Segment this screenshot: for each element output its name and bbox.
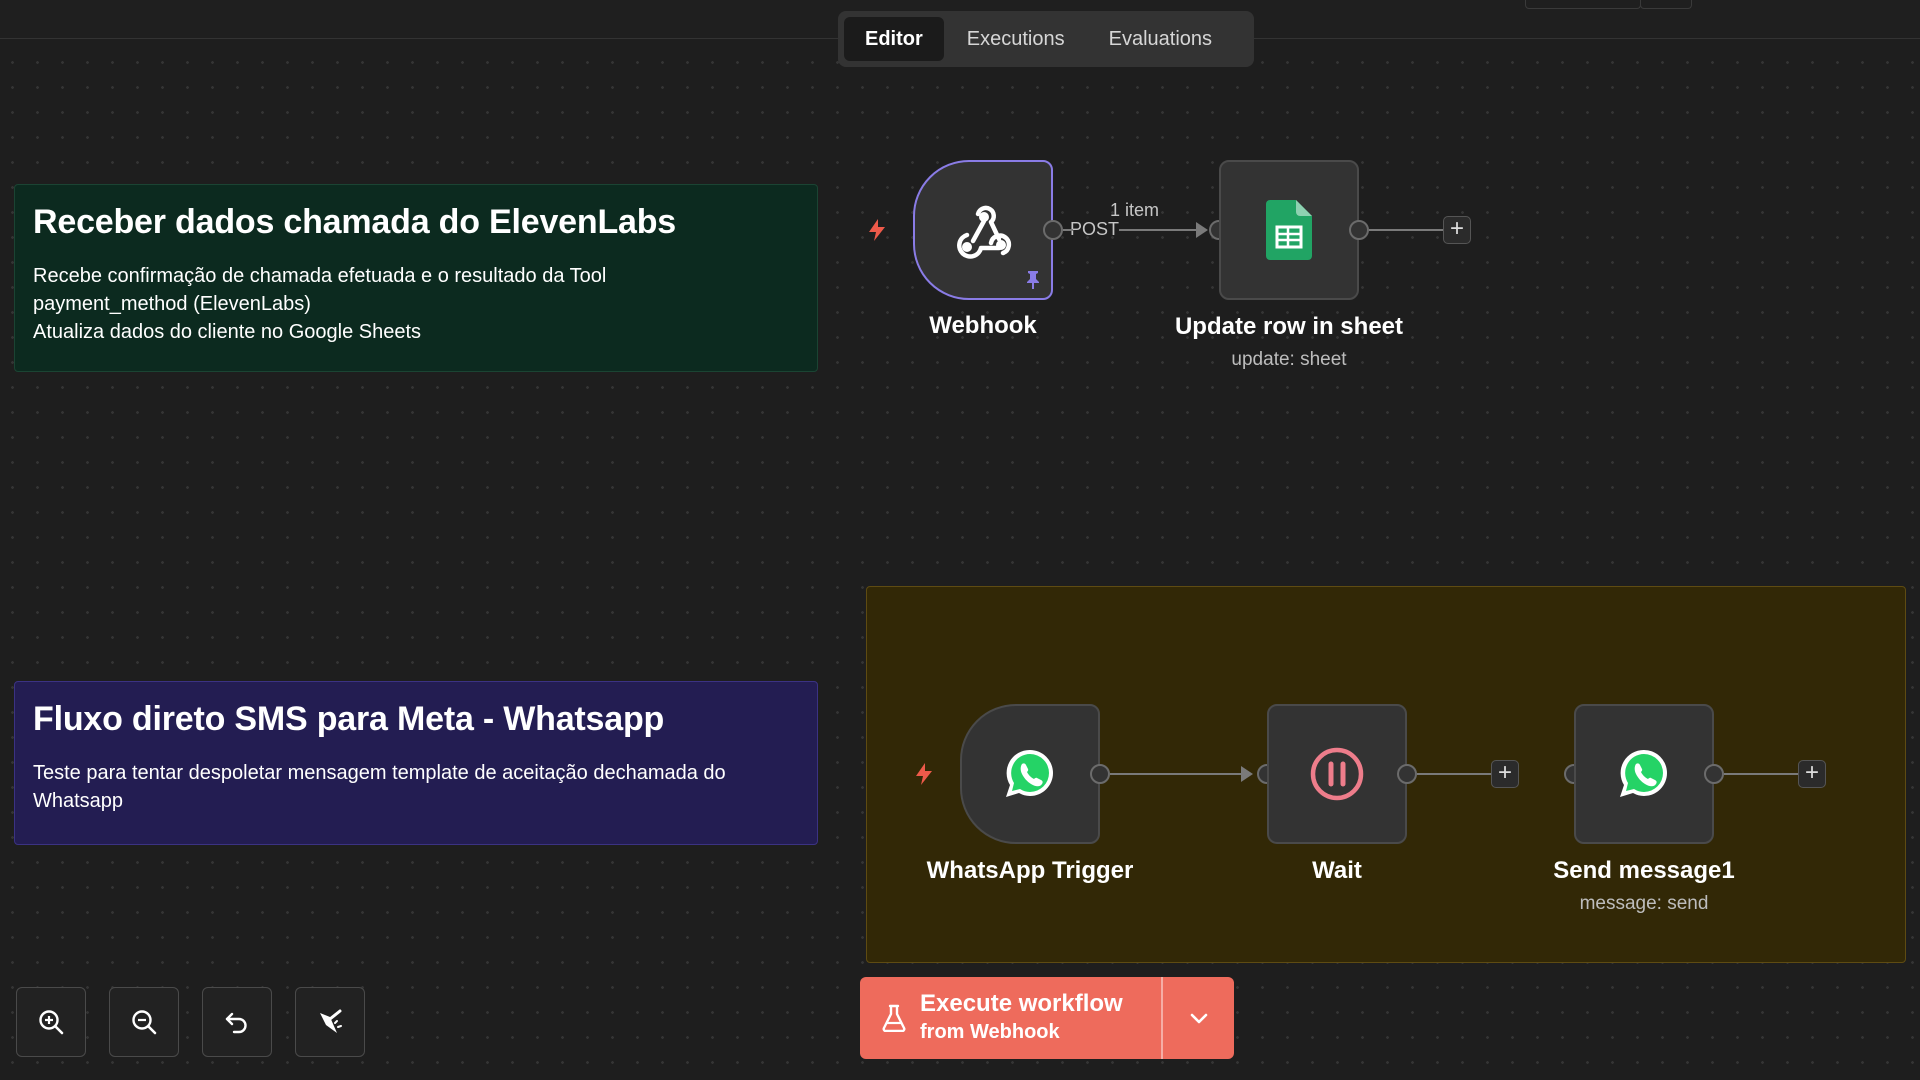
add-node-button[interactable]: +: [1491, 760, 1519, 788]
node-wait[interactable]: [1267, 704, 1407, 844]
execute-options-dropdown[interactable]: [1163, 977, 1234, 1059]
header-control[interactable]: [1525, 0, 1641, 9]
view-tabs: Editor Executions Evaluations: [838, 11, 1254, 67]
node-subtitle: update: sheet: [1231, 349, 1347, 370]
execute-workflow-source: from Webhook: [920, 1021, 1060, 1043]
output-handle[interactable]: [1090, 764, 1110, 784]
header-control-menu[interactable]: [1640, 0, 1692, 9]
node-label: WhatsApp Trigger: [926, 857, 1134, 884]
node-update-row-in-sheet[interactable]: [1219, 160, 1359, 300]
zoom-out-icon: [132, 1010, 157, 1035]
output-handle[interactable]: [1043, 220, 1063, 240]
flask-icon: [882, 1004, 906, 1032]
node-label: Update row in sheet: [1174, 313, 1404, 340]
pin-icon: [1027, 271, 1039, 289]
sticky-note-line: payment_method (ElevenLabs): [33, 293, 311, 315]
tab-executions[interactable]: Executions: [946, 17, 1086, 61]
node-label: Send message1: [1553, 857, 1735, 884]
connection-line: [1110, 773, 1246, 775]
tab-evaluations[interactable]: Evaluations: [1088, 17, 1233, 61]
webhook-icon: [957, 205, 1012, 259]
undo-icon: [225, 1012, 247, 1034]
connection-line: [1724, 773, 1799, 775]
node-label: Webhook: [929, 312, 1037, 339]
sticky-note-line: Teste para tentar despoletar mensagem te…: [33, 762, 726, 784]
add-node-button[interactable]: +: [1443, 216, 1471, 244]
sticky-note-line: Whatsapp: [33, 790, 124, 812]
chevron-down-icon: [1190, 1013, 1208, 1024]
node-label: Wait: [1312, 857, 1362, 884]
node-webhook[interactable]: [913, 160, 1053, 300]
arrow-head-icon: [1241, 766, 1253, 782]
tidy-up-button[interactable]: [295, 987, 365, 1057]
whatsapp-icon: [1620, 749, 1667, 797]
node-whatsapp-trigger[interactable]: [960, 704, 1100, 844]
execute-workflow-label: Execute workflow: [920, 990, 1123, 1017]
connection-line: [1369, 229, 1444, 231]
edge-item-count: 1 item: [1110, 200, 1160, 220]
execute-workflow-button[interactable]: Execute workflow from Webhook: [860, 977, 1234, 1059]
zoom-in-button[interactable]: [16, 987, 86, 1057]
sticky-note-title: Fluxo direto SMS para Meta - Whatsapp: [33, 700, 665, 738]
tab-editor[interactable]: Editor: [844, 17, 944, 61]
pause-circle-icon: [1310, 747, 1364, 801]
zoom-out-button[interactable]: [109, 987, 179, 1057]
whatsapp-icon: [1006, 749, 1053, 797]
trigger-bolt-icon: [869, 219, 885, 241]
add-node-button[interactable]: +: [1798, 760, 1826, 788]
sticky-note-elevenlabs[interactable]: Receber dados chamada do ElevenLabs Rece…: [14, 184, 818, 372]
node-subtitle: message: send: [1579, 893, 1709, 914]
node-send-message[interactable]: [1574, 704, 1714, 844]
output-handle[interactable]: [1397, 764, 1417, 784]
sticky-note-whatsapp[interactable]: Fluxo direto SMS para Meta - Whatsapp Te…: [14, 681, 818, 845]
broom-icon: [320, 1009, 342, 1033]
output-handle[interactable]: [1704, 764, 1724, 784]
arrow-head-icon: [1196, 222, 1208, 238]
google-sheets-icon: [1266, 200, 1312, 260]
connection-line: [1119, 229, 1202, 231]
sticky-note-line: Atualiza dados do cliente no Google Shee…: [33, 321, 422, 343]
zoom-in-icon: [39, 1010, 64, 1035]
connection-line: [1417, 773, 1492, 775]
edge-output-label: POST: [1070, 219, 1120, 239]
output-handle[interactable]: [1349, 220, 1369, 240]
reset-zoom-button[interactable]: [202, 987, 272, 1057]
sticky-note-line: Recebe confirmação de chamada efetuada e…: [33, 265, 607, 287]
sticky-note-title: Receber dados chamada do ElevenLabs: [33, 203, 677, 241]
trigger-bolt-icon: [916, 763, 932, 785]
execute-workflow-main[interactable]: Execute workflow from Webhook: [860, 977, 1161, 1059]
connection-line: [1063, 229, 1073, 231]
